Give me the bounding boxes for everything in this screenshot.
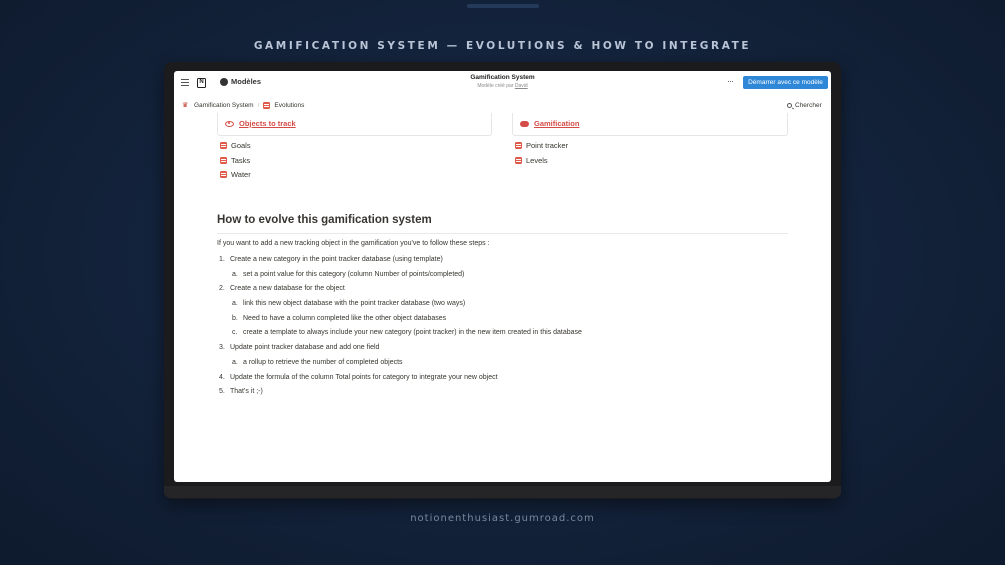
step-item: 2. Create a new database for the object	[219, 285, 345, 293]
list-item-levels[interactable]: Levels	[515, 153, 568, 168]
list-item-label: Tasks	[231, 155, 251, 165]
list-item-tasks[interactable]: Tasks	[220, 153, 251, 168]
gamification-list: Point tracker Levels	[515, 138, 568, 167]
database-icon	[220, 171, 227, 179]
list-item-water[interactable]: Water	[220, 167, 251, 182]
breadcrumb-root[interactable]: Gamification System	[194, 102, 254, 109]
list-item-point-tracker[interactable]: Point tracker	[515, 138, 568, 153]
objects-list: Goals Tasks Water	[220, 138, 251, 182]
gamification-card: Gamification	[512, 113, 788, 136]
substep-item: b. Need to have a column completed like t…	[232, 314, 447, 322]
step-item: 3. Update point tracker database and add …	[219, 344, 380, 352]
database-icon	[220, 156, 227, 164]
card-title-left: Objects to track	[239, 119, 296, 128]
top-bar: N Modèles Gamification System Modèle cré…	[174, 71, 831, 95]
breadcrumb-current[interactable]: Evolutions	[274, 102, 304, 109]
gamepad-icon	[520, 120, 529, 127]
list-item-label: Levels	[526, 155, 548, 165]
page-headline: GAMIFICATION SYSTEM — EVOLUTIONS & HOW T…	[253, 40, 752, 52]
footer-url: notionenthusiast.gumroad.com	[410, 513, 595, 524]
list-item-label: Goals	[231, 140, 251, 150]
search-label: Chercher	[795, 102, 822, 109]
substep-item: a. set a point value for this category (c…	[232, 270, 465, 278]
more-options-icon[interactable]: ···	[727, 76, 734, 86]
substep-item: a. link this new object database with the…	[232, 300, 466, 308]
author-prefix: Modèle créé par	[477, 83, 514, 89]
step-item: 5. That's it ;-)	[219, 388, 263, 396]
substep-item: c. create a template to always include yo…	[232, 329, 582, 337]
section-heading: How to evolve this gamification system	[217, 214, 432, 226]
breadcrumb-separator: /	[257, 102, 260, 109]
list-item-label: Water	[231, 170, 251, 180]
intro-paragraph: If you want to add a new tracking object…	[217, 240, 490, 247]
list-item-label: Point tracker	[526, 140, 569, 150]
eye-icon	[225, 120, 234, 127]
search-icon	[787, 103, 792, 108]
database-icon	[220, 141, 227, 149]
database-icon	[515, 156, 522, 164]
list-item-goals[interactable]: Goals	[220, 138, 251, 153]
author-link[interactable]: David	[515, 83, 528, 89]
card-title-right: Gamification	[534, 119, 580, 128]
objects-to-track-link[interactable]: Objects to track	[225, 119, 296, 128]
heading-divider	[217, 233, 788, 234]
search-button[interactable]: Chercher	[787, 102, 822, 109]
objects-to-track-card: Objects to track	[217, 113, 492, 136]
laptop-chin	[164, 486, 841, 498]
step-item: 4. Update the formula of the column Total…	[219, 373, 498, 381]
substep-item: a. a rollup to retrieve the number of com…	[232, 358, 403, 366]
database-icon	[515, 141, 522, 149]
camera-notch	[467, 4, 539, 8]
crown-icon: ♛	[182, 102, 189, 109]
gamification-link[interactable]: Gamification	[520, 119, 579, 128]
step-item: 1. Create a new category in the point tra…	[219, 256, 443, 263]
steps-list: 1. Create a new category in the point tra…	[219, 255, 582, 402]
database-icon	[263, 102, 271, 109]
breadcrumb: ♛ Gamification System / Evolutions	[182, 102, 304, 109]
notion-window: N Modèles Gamification System Modèle cré…	[174, 71, 831, 482]
start-with-template-button[interactable]: Démarrer avec ce modèle	[743, 76, 828, 89]
